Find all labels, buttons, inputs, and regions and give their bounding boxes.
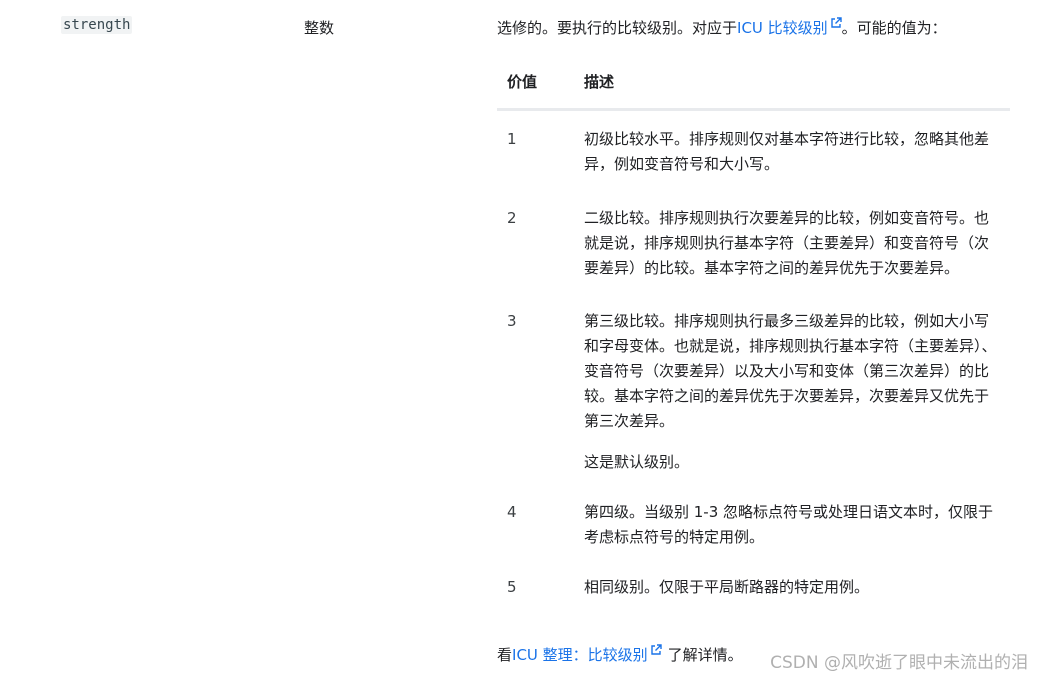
level-value: 5 — [507, 578, 517, 596]
table-row: 2 二级比较。排序规则执行次要差异的比较，例如变音符号。也就是说，排序规则执行基… — [497, 206, 1010, 309]
outro-text-before: 看 — [497, 646, 513, 664]
intro-text-after: 。可能的值为： — [841, 19, 947, 37]
level-description: 二级比较。排序规则执行次要差异的比较，例如变音符号。也就是说，排序规则执行基本字… — [584, 206, 1010, 309]
description-intro: 选修的。要执行的比较级别。对应于ICU 比较级别 。可能的值为： — [497, 17, 1017, 39]
intro-text-before: 选修的。要执行的比较级别。对应于 — [497, 19, 738, 37]
level-paragraph: 第四级。当级别 1-3 忽略标点符号或处理日语文本时，仅限于考虑标点符号的特定用… — [584, 503, 994, 546]
level-paragraph: 这是默认级别。 — [584, 453, 690, 471]
header-description: 描述 — [584, 60, 1010, 111]
external-link-icon — [830, 17, 842, 29]
field-type: 整数 — [304, 19, 335, 37]
watermark: CSDN @风吹逝了眼中未流出的泪 — [770, 653, 1028, 673]
level-description: 相同级别。仅限于平局断路器的特定用例。 — [584, 575, 1010, 600]
level-paragraph: 二级比较。排序规则执行次要差异的比较，例如变音符号。也就是说，排序规则执行基本字… — [584, 209, 990, 277]
outro-link-label: ICU 整理：比较级别 — [512, 646, 648, 664]
levels-table: 价值 描述 1 初级比较水平。排序规则仅对基本字符进行比较，忽略其他差异，例如变… — [497, 60, 1010, 600]
level-value: 2 — [507, 209, 517, 227]
table-row: 3 第三级比较。排序规则执行最多三级差异的比较，例如大小写和字母变体。也就是说，… — [497, 309, 1010, 500]
level-paragraph: 相同级别。仅限于平局断路器的特定用例。 — [584, 578, 870, 596]
header-value: 价值 — [497, 60, 584, 111]
level-description: 第四级。当级别 1-3 忽略标点符号或处理日语文本时，仅限于考虑标点符号的特定用… — [584, 500, 1010, 575]
intro-link-label: ICU 比较级别 — [737, 19, 828, 37]
level-paragraph: 初级比较水平。排序规则仅对基本字符进行比较，忽略其他差异，例如变音符号和大小写。 — [584, 130, 990, 173]
external-link-icon — [650, 644, 662, 656]
table-header-row: 价值 描述 — [497, 60, 1010, 111]
level-description: 第三级比较。排序规则执行最多三级差异的比较，例如大小写和字母变体。也就是说，排序… — [584, 309, 1010, 500]
level-description: 初级比较水平。排序规则仅对基本字符进行比较，忽略其他差异，例如变音符号和大小写。 — [584, 110, 1010, 207]
outro-text-after: 了解详情。 — [667, 646, 743, 664]
table-row: 5 相同级别。仅限于平局断路器的特定用例。 — [497, 575, 1010, 600]
table-row: 4 第四级。当级别 1-3 忽略标点符号或处理日语文本时，仅限于考虑标点符号的特… — [497, 500, 1010, 575]
field-description: 选修的。要执行的比较级别。对应于ICU 比较级别 。可能的值为： — [497, 17, 1017, 39]
table-row: 1 初级比较水平。排序规则仅对基本字符进行比较，忽略其他差异，例如变音符号和大小… — [497, 110, 1010, 207]
icu-collation-levels-link[interactable]: ICU 整理：比较级别 — [512, 644, 662, 664]
level-value: 4 — [507, 503, 517, 521]
level-value: 1 — [507, 130, 517, 148]
field-name: strength — [61, 16, 133, 34]
icu-comparison-levels-link[interactable]: ICU 比较级别 — [737, 17, 842, 37]
level-value: 3 — [507, 312, 517, 330]
more-details-line: 看ICU 整理：比较级别 了解详情。 — [497, 644, 743, 666]
level-paragraph: 第三级比较。排序规则执行最多三级差异的比较，例如大小写和字母变体。也就是说，排序… — [584, 312, 997, 430]
